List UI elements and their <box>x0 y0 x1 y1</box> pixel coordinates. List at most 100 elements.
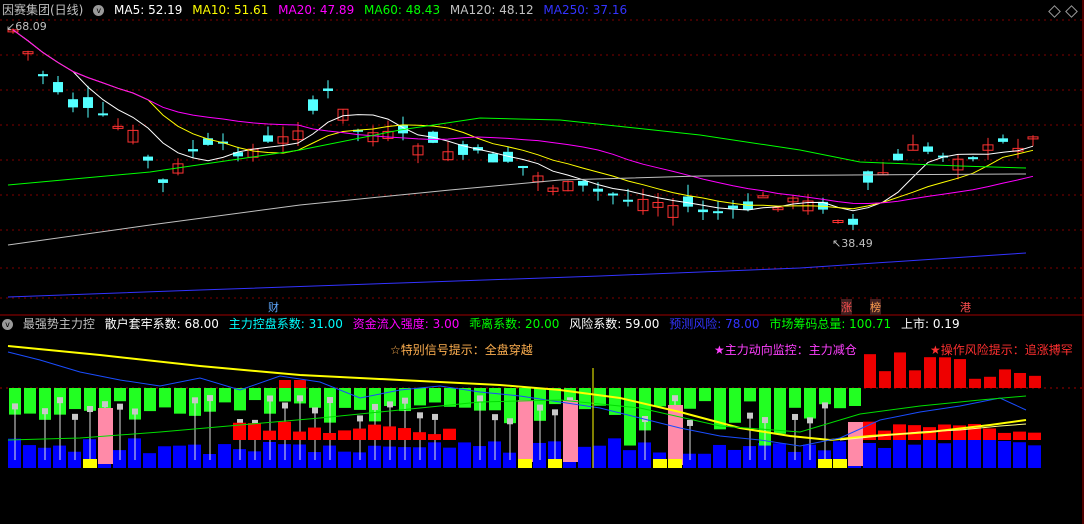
indicator-pink-block <box>668 405 683 465</box>
indicator-blue-bar <box>1028 445 1041 468</box>
indicator-white-cap <box>207 395 213 402</box>
indicator-green-bar <box>429 388 441 403</box>
chart-canvas <box>0 0 1084 524</box>
indicator-title: 最强势主力控 <box>22 317 95 331</box>
indicator-green-bar <box>114 388 126 402</box>
indicator-blue-bar <box>443 447 456 468</box>
indicator-red-bar <box>279 380 291 388</box>
indicator-white-cap <box>102 401 108 408</box>
indicator-pink-block <box>563 400 578 462</box>
indicator-red-mid-bar <box>983 428 996 440</box>
indicator-red-mid-bar <box>923 427 936 440</box>
candle-down <box>323 88 333 92</box>
indicator-green-bar <box>834 388 846 409</box>
param-risk: 风险系数: 59.00 <box>569 317 660 331</box>
stock-title: 因赛集团(日线) <box>2 3 84 17</box>
indicator-red-mid-bar <box>398 428 411 440</box>
indicator-white-cap <box>387 401 393 408</box>
indicator-red-mid-bar <box>248 423 261 440</box>
indicator-red-mid-bar <box>323 432 336 440</box>
indicator-red-bar <box>894 352 906 388</box>
indicator-red-bar <box>909 370 921 388</box>
ma60-label: MA60: 48.43 <box>364 3 441 17</box>
indicator-red-bar <box>999 369 1011 388</box>
chart-window: 因赛集团(日线) v MA5: 52.19 MA10: 51.61 MA20: … <box>0 0 1084 524</box>
indicator-white-cap <box>57 397 63 404</box>
candle-down <box>68 99 78 108</box>
indicator-green-bar <box>159 388 171 408</box>
indicator-yellow-block <box>653 459 667 468</box>
candle-down <box>713 211 723 214</box>
ma250-line <box>7 252 1027 298</box>
indicator-blue-bar <box>773 443 786 468</box>
candle-down <box>728 205 738 209</box>
low-price-label: ↖38.49 <box>832 237 873 250</box>
chevron-circle-icon[interactable]: v <box>93 5 105 16</box>
indicator-red-bar <box>984 376 996 388</box>
indicator-green-bar <box>789 388 801 408</box>
indicator-green-bar <box>309 388 321 408</box>
candle-down <box>83 97 93 108</box>
candle-down <box>923 146 933 152</box>
indicator-white-cap <box>42 408 48 415</box>
param-fund-inflow: 资金流入强度: 3.00 <box>352 317 460 331</box>
indicator-green-bar <box>144 388 156 412</box>
indicator-green-bar <box>699 388 711 402</box>
indicator-blue-bar <box>1013 442 1026 468</box>
event-marker-hk[interactable]: 港 <box>960 299 971 315</box>
indicator-white-cap <box>687 419 693 426</box>
indicator-white-cap <box>267 395 273 402</box>
indicator-white-cap <box>297 395 303 402</box>
param-retail-trap: 散户套牢系数: 68.00 <box>104 317 219 331</box>
indicator-yellow-block <box>668 459 682 468</box>
indicator-green-bar <box>444 388 456 407</box>
indicator-blue-bar <box>338 451 351 468</box>
candle-down <box>158 179 168 183</box>
ma250-label: MA250: 37.16 <box>543 3 628 17</box>
indicator-pink-block <box>518 400 533 462</box>
indicator-blue-bar <box>968 438 981 468</box>
indicator-blue-bar <box>458 442 471 468</box>
ma20-label: MA20: 47.89 <box>278 3 355 17</box>
event-marker-board[interactable]: 榜 <box>870 299 881 315</box>
indicator-white-cap <box>357 415 363 422</box>
candle-down <box>623 199 633 202</box>
candle-down <box>98 113 108 116</box>
indicator-red-mid-bar <box>1028 432 1041 440</box>
param-listing: 上市: 0.19 <box>901 317 960 331</box>
indicator-white-cap <box>432 413 438 420</box>
indicator-white-cap <box>12 403 18 410</box>
candle-down <box>893 153 903 161</box>
indicator-white-cap <box>327 397 333 404</box>
indicator-red-mid-bar <box>428 434 441 440</box>
chevron-circle-icon[interactable]: v <box>2 319 13 330</box>
indicator-yellow-block <box>818 459 832 468</box>
indicator-white-cap <box>822 402 828 409</box>
candle-down <box>968 157 978 160</box>
candle-down <box>263 135 273 142</box>
candle-down <box>53 82 63 93</box>
indicator-green-bar <box>819 388 831 405</box>
indicator-white-cap <box>402 397 408 404</box>
indicator-white-cap <box>747 412 753 419</box>
indicator-green-bar <box>414 388 426 406</box>
indicator-red-mid-bar <box>353 428 366 440</box>
indicator-green-bar <box>279 388 291 402</box>
indicator-red-mid-bar <box>308 427 321 440</box>
risk-signal-text: ★操作风险提示：追涨搏罕 <box>930 343 1073 357</box>
ma20-line <box>12 29 1034 205</box>
indicator-green-bar <box>24 388 36 414</box>
indicator-yellow-block <box>518 459 532 468</box>
indicator-blue-bar <box>878 447 891 468</box>
event-marker-limit-up[interactable]: 涨 <box>841 299 852 315</box>
indicator-white-cap <box>312 407 318 414</box>
indicator-red-mid-bar <box>443 428 456 440</box>
indicator-red-bar <box>864 354 876 388</box>
indicator-green-bar <box>354 388 366 410</box>
event-marker-finance[interactable]: 财 <box>268 299 279 315</box>
indicator-blue-bar <box>623 450 636 468</box>
indicator-red-mid-bar <box>938 424 951 440</box>
indicator-green-bar <box>744 388 756 402</box>
indicator-white-cap <box>477 395 483 402</box>
indicator-blue-bar <box>713 444 726 468</box>
